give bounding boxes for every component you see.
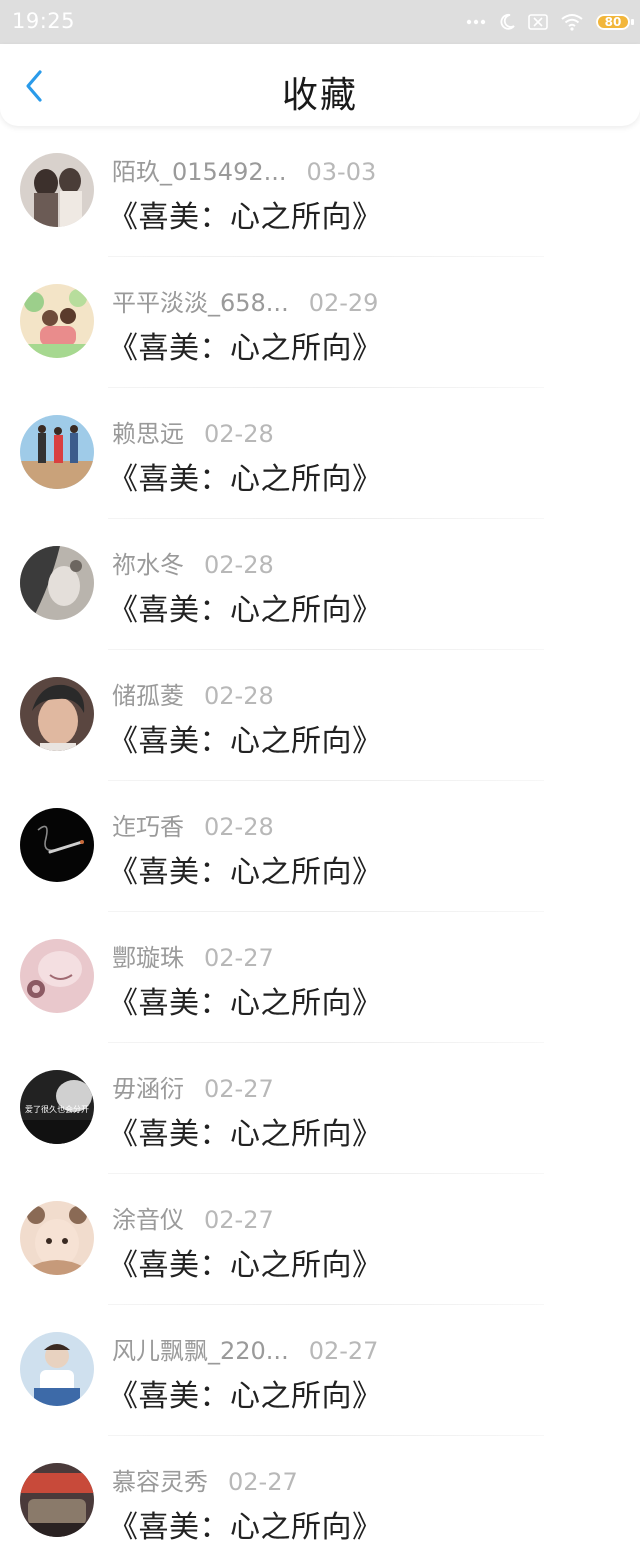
item-date: 02-27 [204, 1075, 274, 1103]
user-name: 毋涵衍 [112, 1075, 184, 1103]
item-date: 02-28 [204, 551, 274, 579]
item-meta: 毋涵衍 02-27 [112, 1069, 274, 1104]
item-title: 《喜美：心之所向》 [108, 986, 383, 1021]
header: 收藏 [0, 44, 640, 126]
item-title: 《喜美：心之所向》 [108, 724, 383, 759]
avatar[interactable]: 爱了很久也会分开 [20, 1070, 94, 1144]
item-meta: 迮巧香 02-28 [112, 807, 274, 842]
no-sim-icon [528, 14, 548, 30]
item-title: 《喜美：心之所向》 [108, 462, 383, 497]
item-date: 02-27 [228, 1468, 298, 1496]
avatar[interactable] [20, 284, 94, 358]
item-title: 《喜美：心之所向》 [108, 200, 383, 235]
list-item[interactable]: 祢水冬 02-28 《喜美：心之所向》 [0, 519, 640, 650]
item-date: 02-27 [204, 1206, 274, 1234]
avatar[interactable] [20, 415, 94, 489]
page-title: 收藏 [281, 75, 358, 116]
moon-icon [500, 13, 515, 30]
favorites-list: 陌玖_015492... 03-03 《喜美：心之所向》 平平淡淡_658...… [0, 126, 640, 1567]
list-item[interactable]: 风儿飘飘_220... 02-27 《喜美：心之所向》 [0, 1305, 640, 1436]
item-date: 02-29 [308, 289, 379, 317]
avatar[interactable] [20, 939, 94, 1013]
status-time: 19:25 [12, 9, 76, 33]
avatar[interactable] [20, 1201, 94, 1275]
user-name: 陌玖_015492... [112, 158, 287, 186]
battery-level: 80 [604, 15, 622, 29]
item-meta: 慕容灵秀 02-27 [112, 1462, 298, 1497]
item-date: 03-03 [306, 158, 377, 186]
avatar[interactable] [20, 808, 94, 882]
user-name: 平平淡淡_658... [112, 289, 289, 317]
list-item[interactable]: 陌玖_015492... 03-03 《喜美：心之所向》 [0, 126, 640, 257]
item-date: 02-28 [204, 682, 274, 710]
wifi-icon [561, 14, 583, 31]
list-item[interactable]: 迮巧香 02-28 《喜美：心之所向》 [0, 781, 640, 912]
item-meta: 酆璇珠 02-27 [112, 938, 274, 973]
avatar[interactable] [20, 1463, 94, 1537]
avatar[interactable] [20, 1332, 94, 1406]
item-meta: 涂音仪 02-27 [112, 1200, 274, 1235]
list-item[interactable]: 爱了很久也会分开 毋涵衍 02-27 《喜美：心之所向》 [0, 1043, 640, 1174]
item-title: 《喜美：心之所向》 [108, 1510, 383, 1545]
user-name: 酆璇珠 [112, 944, 184, 972]
item-title: 《喜美：心之所向》 [108, 331, 383, 366]
item-date: 02-27 [204, 944, 274, 972]
item-meta: 陌玖_015492... 03-03 [112, 152, 376, 187]
avatar[interactable] [20, 677, 94, 751]
battery-icon: 80 [596, 14, 634, 30]
user-name: 祢水冬 [112, 551, 184, 579]
item-title: 《喜美：心之所向》 [108, 593, 383, 628]
status-bar: 19:25 80 [0, 0, 640, 44]
list-item[interactable]: 平平淡淡_658... 02-29 《喜美：心之所向》 [0, 257, 640, 388]
user-name: 慕容灵秀 [112, 1468, 208, 1496]
item-meta: 平平淡淡_658... 02-29 [112, 283, 378, 318]
item-meta: 祢水冬 02-28 [112, 545, 274, 580]
user-name: 风儿飘飘_220... [112, 1337, 289, 1365]
item-meta: 储孤菱 02-28 [112, 676, 274, 711]
user-name: 涂音仪 [112, 1206, 184, 1234]
item-date: 02-28 [204, 420, 274, 448]
avatar[interactable] [20, 546, 94, 620]
list-item[interactable]: 赖思远 02-28 《喜美：心之所向》 [0, 388, 640, 519]
item-title: 《喜美：心之所向》 [108, 1379, 383, 1414]
item-title: 《喜美：心之所向》 [108, 1248, 383, 1283]
item-meta: 赖思远 02-28 [112, 414, 274, 449]
list-item[interactable]: 酆璇珠 02-27 《喜美：心之所向》 [0, 912, 640, 1043]
list-item[interactable]: 涂音仪 02-27 《喜美：心之所向》 [0, 1174, 640, 1305]
user-name: 赖思远 [112, 420, 184, 448]
item-title: 《喜美：心之所向》 [108, 1117, 383, 1152]
item-date: 02-28 [204, 813, 274, 841]
list-item[interactable]: 储孤菱 02-28 《喜美：心之所向》 [0, 650, 640, 781]
item-title: 《喜美：心之所向》 [108, 855, 383, 890]
avatar-caption: 爱了很久也会分开 [25, 1104, 89, 1114]
item-date: 02-27 [308, 1337, 379, 1365]
more-dots-icon [466, 19, 486, 25]
user-name: 储孤菱 [112, 682, 184, 710]
status-icons: 80 [466, 10, 634, 34]
item-meta: 风儿飘飘_220... 02-27 [112, 1331, 378, 1366]
avatar[interactable] [20, 153, 94, 227]
user-name: 迮巧香 [112, 813, 184, 841]
list-item[interactable]: 慕容灵秀 02-27 《喜美：心之所向》 [0, 1436, 640, 1567]
